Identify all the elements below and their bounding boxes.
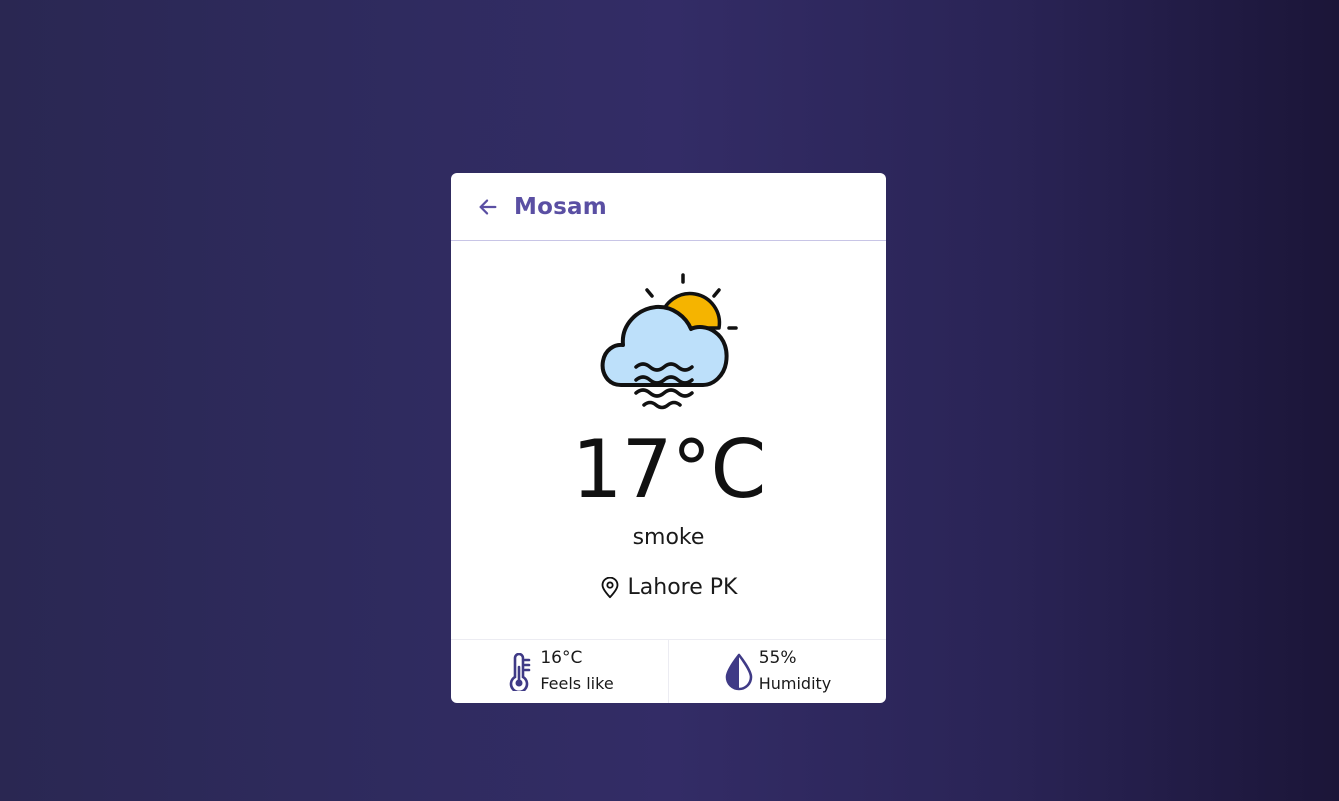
- card-header: Mosam: [451, 173, 886, 241]
- weather-card: Mosam 17°C smoke Lahore PK 16°C Feels li…: [451, 173, 886, 703]
- temperature: 17°C: [571, 423, 767, 516]
- app-title: Mosam: [514, 193, 607, 220]
- feels-like-value: 16°C: [540, 648, 583, 668]
- feels-like-label: Feels like: [540, 674, 614, 693]
- feels-like-stat: 16°C Feels like: [451, 640, 668, 703]
- back-button[interactable]: [475, 194, 501, 220]
- humidity-label: Humidity: [758, 674, 832, 693]
- map-pin-icon: [601, 576, 618, 598]
- location-label: Lahore PK: [627, 575, 738, 600]
- water-drop-icon: [725, 653, 753, 691]
- stats-bar: 16°C Feels like 55% Humidity: [451, 639, 886, 703]
- humidity-value: 55%: [758, 648, 797, 668]
- arrow-left-icon: [479, 198, 497, 215]
- cloud-sun-fog-icon: [600, 273, 738, 410]
- thermometer-icon: [510, 653, 531, 691]
- humidity-stat: 55% Humidity: [668, 640, 886, 703]
- weather-condition: smoke: [632, 525, 705, 550]
- location: Lahore PK: [451, 575, 886, 600]
